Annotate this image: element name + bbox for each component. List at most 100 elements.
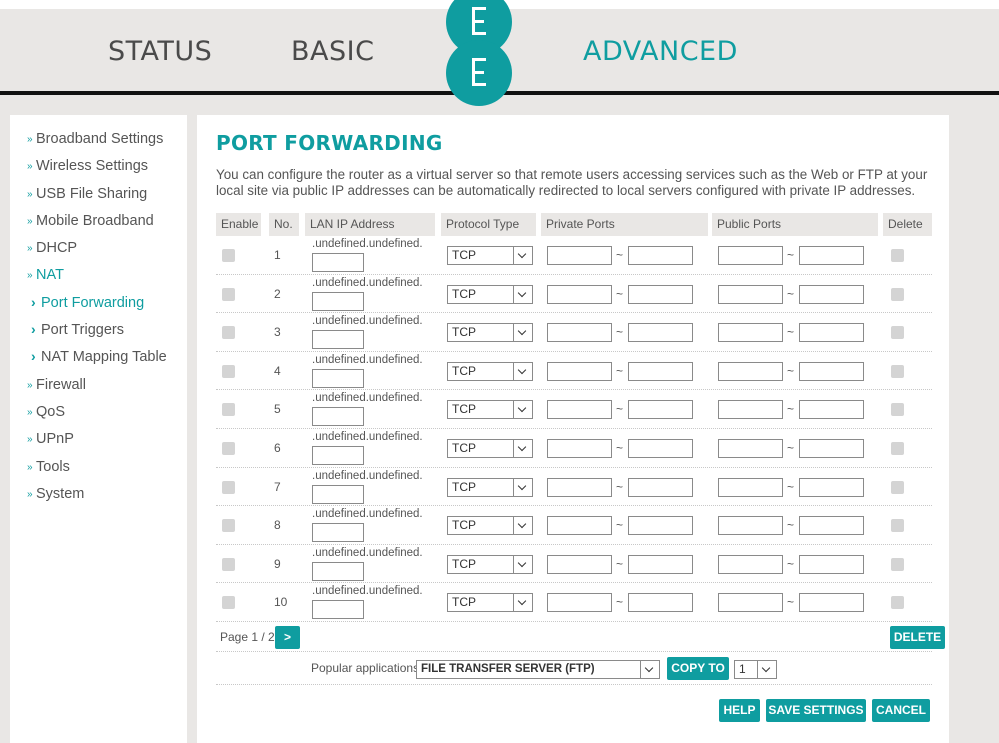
enable-checkbox[interactable] xyxy=(222,249,235,262)
private-port-start-input[interactable] xyxy=(547,323,612,343)
private-port-end-input[interactable] xyxy=(628,284,693,304)
sidebar-item[interactable]: » UPnP xyxy=(10,429,187,456)
delete-checkbox[interactable] xyxy=(891,249,904,262)
protocol-select[interactable]: TCP xyxy=(447,400,533,420)
sidebar-item[interactable]: » Mobile Broadband xyxy=(10,211,187,238)
public-port-end-input[interactable] xyxy=(799,554,864,574)
public-port-start-input[interactable] xyxy=(718,323,783,343)
delete-checkbox[interactable] xyxy=(891,287,904,301)
lan-ip-last-octet-input[interactable] xyxy=(312,407,364,427)
private-port-start-input[interactable] xyxy=(547,439,612,458)
lan-ip-last-octet-input[interactable] xyxy=(312,291,364,311)
private-port-start-input[interactable] xyxy=(547,593,612,613)
save-settings-button[interactable]: SAVE SETTINGS xyxy=(766,699,866,722)
public-port-start-input[interactable] xyxy=(718,400,783,420)
protocol-select[interactable]: TCP xyxy=(447,516,533,536)
next-page-button[interactable]: > xyxy=(275,626,300,649)
copy-to-button[interactable]: COPY TO xyxy=(667,657,729,680)
public-port-end-input[interactable] xyxy=(799,246,864,265)
sidebar-item[interactable]: » Tools xyxy=(10,457,187,484)
private-port-end-input[interactable] xyxy=(628,246,693,265)
enable-checkbox[interactable] xyxy=(222,287,235,301)
public-port-start-input[interactable] xyxy=(718,284,783,304)
copy-to-select[interactable]: 1 xyxy=(734,660,777,679)
delete-checkbox[interactable] xyxy=(891,557,904,571)
enable-checkbox[interactable] xyxy=(222,442,235,455)
delete-checkbox[interactable] xyxy=(891,519,904,533)
public-port-start-input[interactable] xyxy=(718,554,783,574)
delete-checkbox[interactable] xyxy=(891,326,904,340)
private-port-end-input[interactable] xyxy=(628,477,693,497)
public-port-end-input[interactable] xyxy=(799,284,864,304)
private-port-end-input[interactable] xyxy=(628,361,693,381)
help-button[interactable]: HELP xyxy=(719,699,760,722)
public-port-start-input[interactable] xyxy=(718,477,783,497)
enable-checkbox[interactable] xyxy=(222,364,235,378)
protocol-select[interactable]: TCP xyxy=(447,323,533,343)
public-port-end-input[interactable] xyxy=(799,361,864,381)
enable-checkbox[interactable] xyxy=(222,326,235,340)
private-port-end-input[interactable] xyxy=(628,516,693,536)
protocol-select[interactable]: TCP xyxy=(447,246,533,265)
public-port-start-input[interactable] xyxy=(718,516,783,536)
private-port-start-input[interactable] xyxy=(547,246,612,265)
private-port-end-input[interactable] xyxy=(628,323,693,343)
enable-checkbox[interactable] xyxy=(222,480,235,494)
lan-ip-last-octet-input[interactable] xyxy=(312,523,364,543)
protocol-select[interactable]: TCP xyxy=(447,593,533,613)
sidebar-item[interactable]: › Port Forwarding xyxy=(10,293,187,320)
lan-ip-last-octet-input[interactable] xyxy=(312,330,364,350)
popular-applications-select[interactable]: FILE TRANSFER SERVER (FTP) xyxy=(416,660,660,679)
delete-checkbox[interactable] xyxy=(891,480,904,494)
private-port-start-input[interactable] xyxy=(547,400,612,420)
private-port-start-input[interactable] xyxy=(547,361,612,381)
delete-checkbox[interactable] xyxy=(891,442,904,455)
lan-ip-last-octet-input[interactable] xyxy=(312,484,364,504)
sidebar-item[interactable]: » DHCP xyxy=(10,238,187,265)
private-port-end-input[interactable] xyxy=(628,554,693,574)
sidebar-item[interactable]: › NAT Mapping Table xyxy=(10,347,187,374)
sidebar-item[interactable]: » QoS xyxy=(10,402,187,429)
tab-advanced[interactable]: ADVANCED xyxy=(583,36,738,67)
public-port-end-input[interactable] xyxy=(799,400,864,420)
delete-checkbox[interactable] xyxy=(891,596,904,610)
sidebar-item[interactable]: » System xyxy=(10,484,187,511)
private-port-end-input[interactable] xyxy=(628,439,693,458)
sidebar-item[interactable]: » Firewall xyxy=(10,375,187,402)
private-port-start-input[interactable] xyxy=(547,554,612,574)
tab-status[interactable]: STATUS xyxy=(108,36,212,67)
public-port-end-input[interactable] xyxy=(799,477,864,497)
protocol-select[interactable]: TCP xyxy=(447,439,533,458)
sidebar-item[interactable]: » Broadband Settings xyxy=(10,129,187,156)
lan-ip-last-octet-input[interactable] xyxy=(312,446,364,465)
public-port-start-input[interactable] xyxy=(718,361,783,381)
public-port-end-input[interactable] xyxy=(799,323,864,343)
cancel-button[interactable]: CANCEL xyxy=(872,699,930,722)
enable-checkbox[interactable] xyxy=(222,519,235,533)
sidebar-item[interactable]: » USB File Sharing xyxy=(10,184,187,211)
delete-checkbox[interactable] xyxy=(891,364,904,378)
protocol-select[interactable]: TCP xyxy=(447,361,533,381)
lan-ip-last-octet-input[interactable] xyxy=(312,561,364,581)
public-port-end-input[interactable] xyxy=(799,516,864,536)
delete-button[interactable]: DELETE xyxy=(890,626,945,649)
protocol-select[interactable]: TCP xyxy=(447,554,533,574)
enable-checkbox[interactable] xyxy=(222,596,235,610)
public-port-end-input[interactable] xyxy=(799,593,864,613)
private-port-start-input[interactable] xyxy=(547,284,612,304)
public-port-start-input[interactable] xyxy=(718,246,783,265)
lan-ip-last-octet-input[interactable] xyxy=(312,368,364,388)
private-port-start-input[interactable] xyxy=(547,477,612,497)
public-port-start-input[interactable] xyxy=(718,593,783,613)
sidebar-item[interactable]: » Wireless Settings xyxy=(10,156,187,183)
lan-ip-last-octet-input[interactable] xyxy=(312,600,364,620)
private-port-start-input[interactable] xyxy=(547,516,612,536)
public-port-start-input[interactable] xyxy=(718,439,783,458)
enable-checkbox[interactable] xyxy=(222,403,235,417)
private-port-end-input[interactable] xyxy=(628,593,693,613)
private-port-end-input[interactable] xyxy=(628,400,693,420)
protocol-select[interactable]: TCP xyxy=(447,477,533,497)
delete-checkbox[interactable] xyxy=(891,403,904,417)
sidebar-item[interactable]: › Port Triggers xyxy=(10,320,187,347)
sidebar-item[interactable]: » NAT xyxy=(10,265,187,292)
